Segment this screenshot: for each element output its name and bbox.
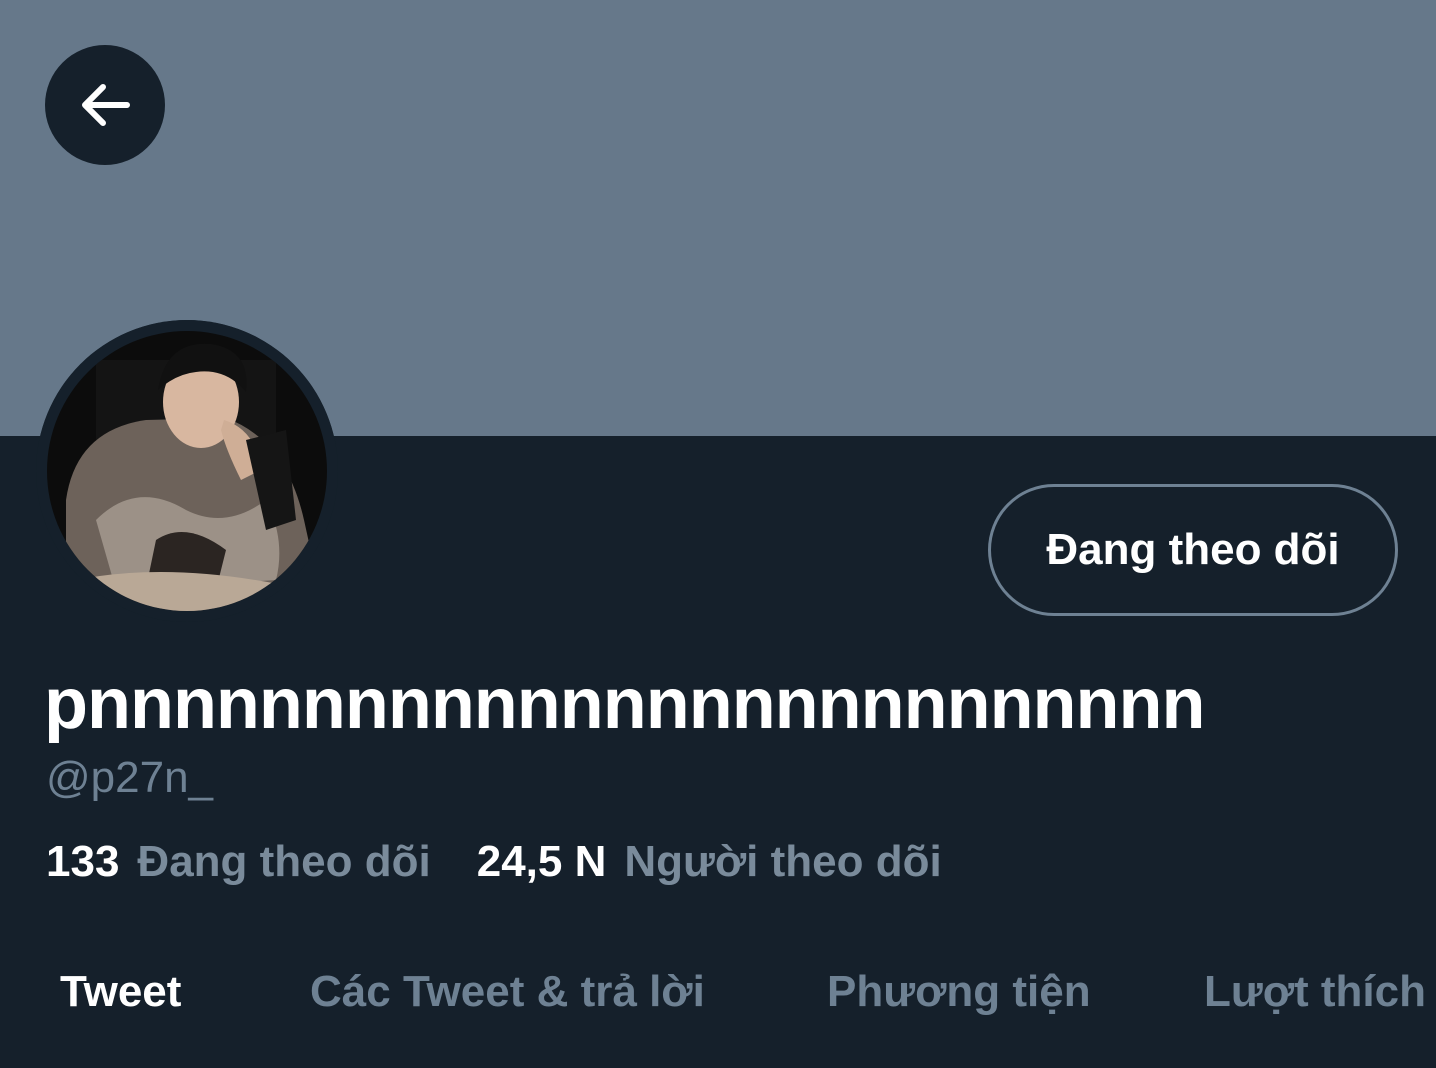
tab-media[interactable]: Phương tiện (827, 960, 1091, 1024)
back-button[interactable] (45, 45, 165, 165)
display-name: pnnnnnnnnnnnnnnnnnnnnnnnnnn (44, 664, 1205, 744)
user-handle: @p27n_ (46, 753, 214, 802)
avatar-photo (36, 320, 338, 622)
followers-count: 24,5 N (476, 837, 607, 886)
following-button[interactable]: Đang theo dõi (988, 484, 1398, 616)
following-count: 133 (46, 837, 120, 886)
tab-likes[interactable]: Lượt thích (1204, 960, 1426, 1024)
followers-label: Người theo dõi (624, 837, 942, 886)
avatar[interactable] (36, 320, 338, 622)
profile-tabs: Tweet Các Tweet & trả lời Phương tiện Lư… (0, 960, 1436, 1024)
following-stat[interactable]: 133 Đang theo dõi (46, 836, 431, 888)
following-label: Đang theo dõi (137, 837, 431, 886)
arrow-left-icon (82, 84, 130, 126)
tab-tweets-and-replies[interactable]: Các Tweet & trả lời (310, 960, 705, 1024)
followers-stat[interactable]: 24,5 N Người theo dõi (477, 836, 942, 888)
tab-tweets[interactable]: Tweet (60, 960, 181, 1024)
profile-stats: 133 Đang theo dõi 24,5 N Người theo dõi (46, 836, 942, 888)
